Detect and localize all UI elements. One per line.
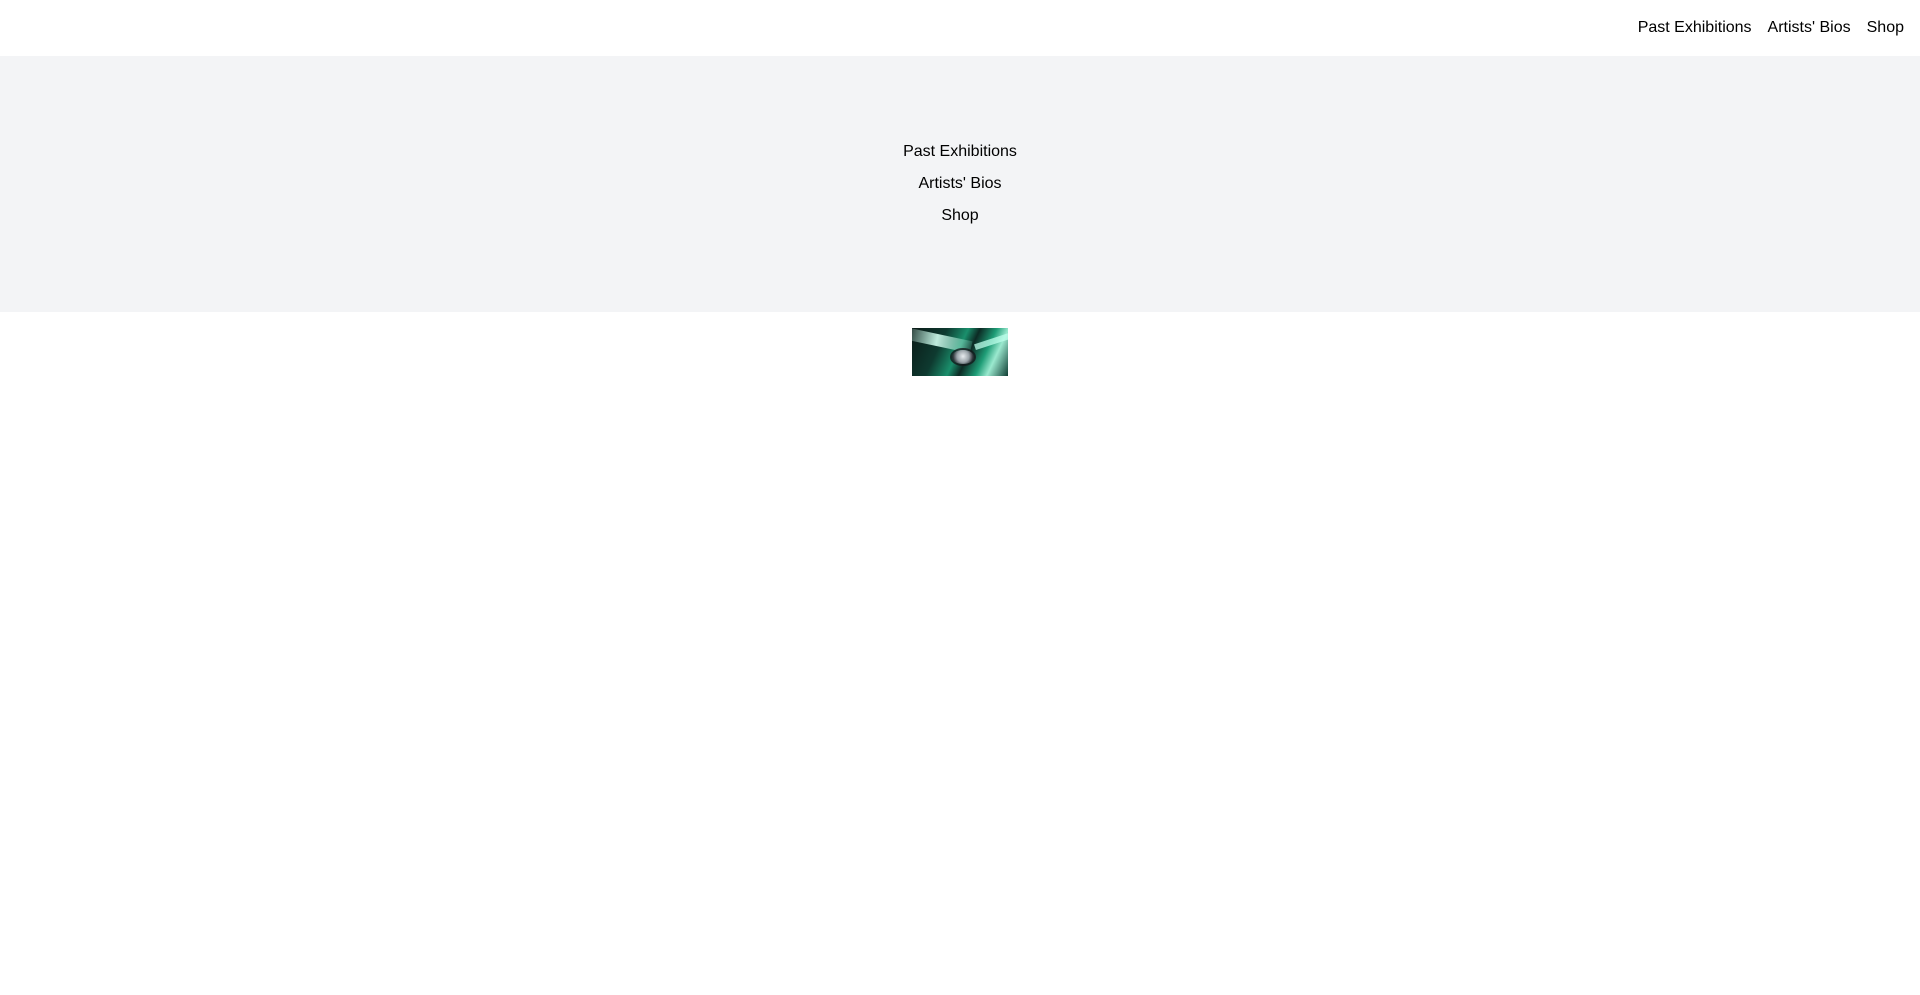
metal-disc-detail — [952, 350, 974, 364]
artwork-thumbnail[interactable] — [912, 328, 1008, 376]
hero-link-artists-bios[interactable]: Artists' Bios — [918, 174, 1001, 194]
image-container — [0, 312, 1920, 376]
hero-link-shop[interactable]: Shop — [941, 206, 978, 226]
edge-highlight-decoration — [974, 331, 1008, 351]
hero-section: Past Exhibitions Artists' Bios Shop — [0, 56, 1920, 312]
nav-link-artists-bios[interactable]: Artists' Bios — [1768, 18, 1851, 38]
top-navigation: Past Exhibitions Artists' Bios Shop — [0, 0, 1920, 56]
hero-link-past-exhibitions[interactable]: Past Exhibitions — [903, 142, 1017, 162]
nav-link-past-exhibitions[interactable]: Past Exhibitions — [1638, 18, 1752, 38]
nav-link-shop[interactable]: Shop — [1867, 18, 1904, 38]
